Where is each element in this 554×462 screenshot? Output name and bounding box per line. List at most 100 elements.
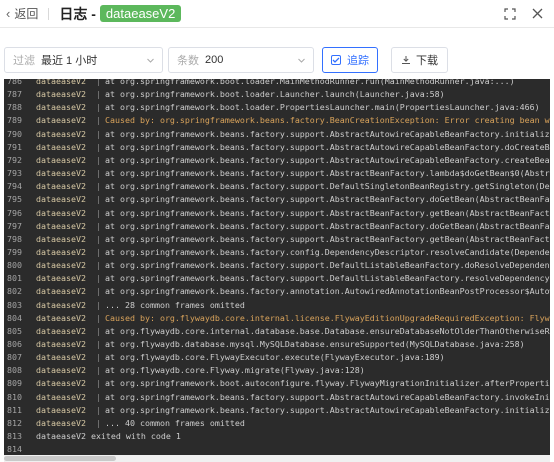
line-separator: | — [96, 312, 101, 323]
dialog-title: 日志 - — [59, 5, 96, 22]
follow-button[interactable]: 追踪 — [322, 47, 378, 73]
time-filter-select[interactable]: 过滤 最近 1 小时 — [4, 47, 163, 73]
line-number: 801 — [7, 273, 22, 284]
line-number: 807 — [7, 352, 22, 363]
line-number: 794 — [7, 181, 22, 192]
line-number: 792 — [7, 154, 22, 165]
service-name: dataeaseV2 — [36, 220, 86, 231]
line-number: 788 — [7, 102, 22, 113]
line-separator: | — [96, 128, 101, 139]
fullscreen-icon[interactable] — [502, 6, 518, 22]
log-line: 788 dataeaseV2 | at org.springframework.bo… — [4, 101, 550, 114]
log-line: 800 dataeaseV2 | at org.springframework.be… — [4, 259, 550, 272]
close-icon[interactable] — [529, 5, 545, 21]
log-line: 804 dataeaseV2 | Caused by: org.flywaydb.co… — [4, 312, 550, 325]
log-line: 796 dataeaseV2 | at org.springframework.be… — [4, 207, 550, 220]
service-name: dataeaseV2 — [36, 378, 86, 389]
service-name: dataeaseV2 — [36, 286, 86, 297]
log-line: 814 — [4, 443, 550, 455]
log-line: 792 dataeaseV2 | at org.springframework.be… — [4, 154, 550, 167]
line-number: 795 — [7, 194, 22, 205]
line-separator: | — [96, 181, 101, 192]
line-number: 809 — [7, 378, 22, 389]
line-separator: | — [96, 115, 101, 126]
service-name: dataeaseV2 — [36, 141, 86, 152]
chevron-left-icon: ‹ — [6, 6, 11, 21]
back-button[interactable]: ‹ 返回 — [6, 5, 38, 22]
service-name: dataeaseV2 — [36, 89, 86, 100]
log-line: 808 dataeaseV2 | at org.flywaydb.core.Flyw… — [4, 364, 550, 377]
service-name: dataeaseV2 — [36, 417, 86, 428]
log-message: at org.springframework.beans.factory.sup… — [105, 194, 550, 205]
line-count-label: 条数 — [177, 55, 199, 67]
back-label: 返回 — [14, 7, 39, 21]
log-message: at org.springframework.beans.factory.sup… — [105, 260, 550, 271]
log-message: Caused by: org.springframework.beans.fac… — [105, 115, 550, 126]
download-button[interactable]: 下载 — [391, 47, 448, 73]
log-line: 809 dataeaseV2 | at org.springframework.bo… — [4, 377, 550, 390]
service-name: dataeaseV2 — [36, 260, 86, 271]
log-line: 799 dataeaseV2 | at org.springframework.be… — [4, 246, 550, 259]
line-number: 796 — [7, 207, 22, 218]
line-separator: | — [96, 325, 101, 336]
log-line: 810 dataeaseV2 | at org.springframework.be… — [4, 391, 550, 404]
line-number: 805 — [7, 325, 22, 336]
log-message: at org.springframework.beans.factory.sup… — [105, 233, 550, 244]
service-name: dataeaseV2 — [36, 168, 86, 179]
line-number: 798 — [7, 233, 22, 244]
download-label: 下载 — [416, 55, 438, 67]
line-count-select[interactable]: 条数 200 — [168, 47, 314, 73]
log-line: 789 dataeaseV2 | Caused by: org.springframe… — [4, 114, 550, 127]
service-name: dataeaseV2 — [36, 273, 86, 284]
log-message: at org.springframework.beans.factory.sup… — [105, 220, 550, 231]
service-name: dataeaseV2 — [36, 128, 86, 139]
line-separator: | — [96, 260, 101, 271]
line-number: 812 — [7, 417, 22, 428]
log-message: at org.springframework.beans.factory.sup… — [105, 207, 550, 218]
scrollbar-thumb[interactable] — [4, 456, 116, 461]
log-line: 787 dataeaseV2 | at org.springframework.bo… — [4, 88, 550, 101]
line-separator: | — [96, 207, 101, 218]
chevron-down-icon — [147, 58, 154, 63]
log-message: ... 28 common frames omitted — [105, 299, 245, 310]
log-message: at org.springframework.beans.factory.sup… — [105, 181, 550, 192]
line-separator: | — [96, 339, 101, 349]
log-message: at org.springframework.boot.loader.Launc… — [105, 89, 445, 100]
log-message: at org.springframework.beans.factory.sup… — [105, 404, 550, 415]
line-separator: | — [96, 378, 101, 389]
log-line: 811 dataeaseV2 | at org.springframework.be… — [4, 404, 550, 417]
log-message: at org.springframework.beans.factory.sup… — [105, 391, 550, 402]
log-line: 798 dataeaseV2 | at org.springframework.be… — [4, 233, 550, 246]
line-number: 789 — [7, 115, 22, 126]
line-separator: | — [96, 273, 101, 284]
log-message: at org.springframework.beans.factory.sup… — [105, 273, 550, 284]
service-name: dataeaseV2 — [36, 299, 86, 310]
log-message: at org.springframework.beans.factory.sup… — [105, 141, 550, 152]
log-message: at org.springframework.beans.factory.ann… — [105, 286, 550, 297]
log-message: at org.springframework.beans.factory.sup… — [105, 154, 550, 165]
service-name: dataeaseV2 — [36, 339, 86, 349]
line-separator: | — [96, 352, 101, 363]
horizontal-scrollbar[interactable] — [4, 455, 550, 462]
line-separator: | — [96, 246, 101, 257]
line-number: 787 — [7, 89, 22, 100]
service-name: dataeaseV2 — [36, 154, 86, 165]
log-message: at org.springframework.boot.loader.Prope… — [105, 102, 540, 113]
log-line: 812 dataeaseV2 | ... 40 common frames omit… — [4, 417, 550, 430]
line-separator: | — [96, 79, 101, 86]
service-name: dataeaseV2 — [36, 352, 86, 363]
time-filter-value: 最近 1 小时 — [41, 55, 98, 67]
follow-label: 追踪 — [347, 55, 369, 67]
line-separator: | — [96, 299, 101, 310]
log-console[interactable]: 786 dataeaseV2 | at org.springframework.bo… — [4, 79, 550, 455]
line-separator: | — [96, 168, 101, 179]
log-line: 793 dataeaseV2 | at org.springframework.be… — [4, 167, 550, 180]
service-name: dataeaseV2 — [36, 233, 86, 244]
log-line: 801 dataeaseV2 | at org.springframework.be… — [4, 272, 550, 285]
line-separator: | — [96, 286, 101, 297]
service-name: dataeaseV2 — [36, 246, 86, 257]
line-number: 799 — [7, 246, 22, 257]
log-line: 802 dataeaseV2 | at org.springframework.be… — [4, 285, 550, 298]
chevron-down-icon — [298, 58, 305, 63]
log-message: at org.springframework.boot.autoconfigur… — [105, 378, 550, 389]
